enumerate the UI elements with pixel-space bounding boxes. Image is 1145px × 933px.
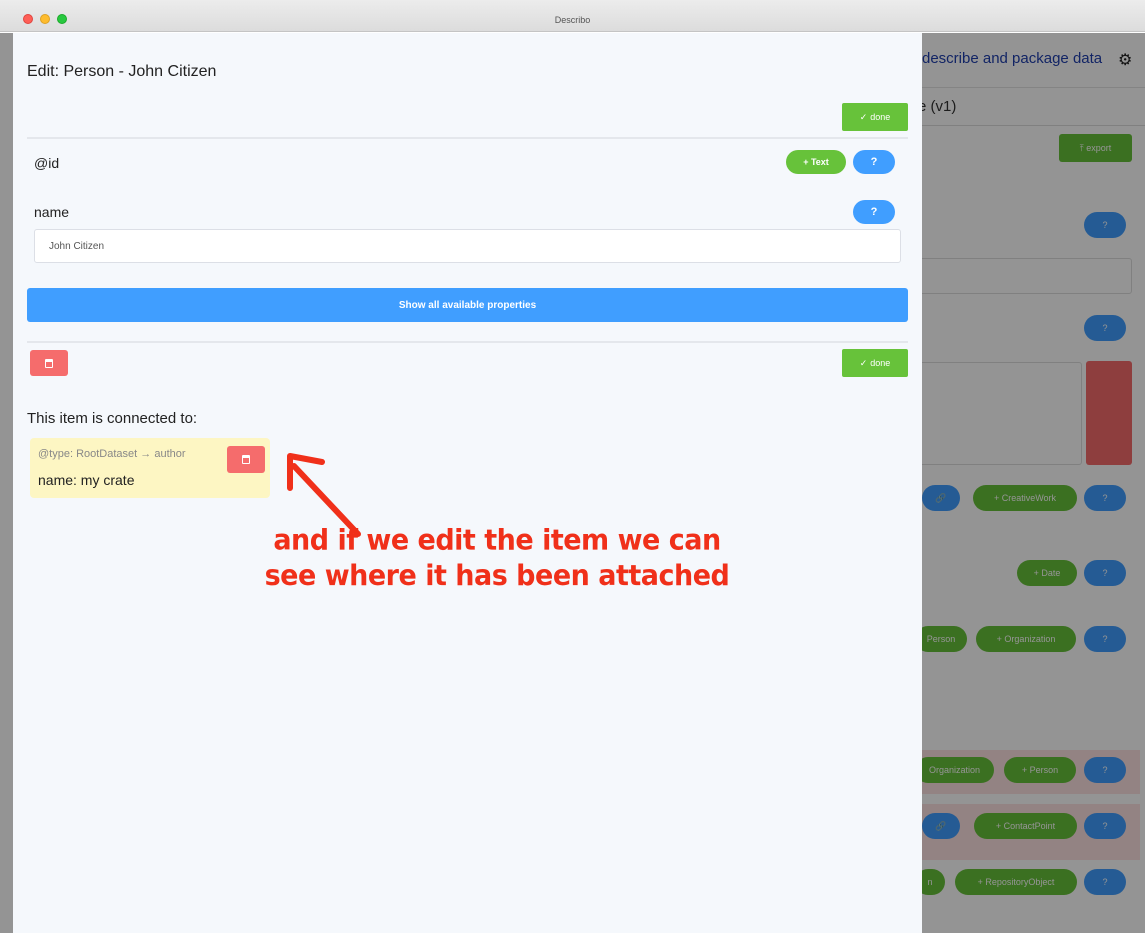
done-button[interactable]: ✓ done xyxy=(842,349,908,377)
annotation-line: and if we edit the item we can xyxy=(273,524,721,557)
connected-label: This item is connected to: xyxy=(27,410,198,427)
window-titlebar: Describo xyxy=(0,0,1145,32)
divider xyxy=(27,137,908,139)
connection-card: @type: RootDataset → author name: my cra… xyxy=(30,438,270,498)
help-button[interactable]: ? xyxy=(853,150,895,174)
name-input[interactable] xyxy=(34,229,901,263)
property-label-name: name xyxy=(34,204,70,220)
check-icon: ✓ xyxy=(859,357,868,368)
divider xyxy=(27,341,908,343)
window-title: Describo xyxy=(554,15,591,25)
connection-name: name: my crate xyxy=(38,472,135,488)
connection-meta: @type: RootDataset → author xyxy=(38,448,186,460)
delete-entity-button[interactable] xyxy=(30,350,68,376)
done-button[interactable]: ✓ done xyxy=(842,103,908,131)
connection-type: @type: RootDataset xyxy=(38,448,138,460)
annotation-line: see where it has been attached xyxy=(264,560,730,593)
connection-relation: → author xyxy=(140,448,186,460)
trash-icon xyxy=(45,358,53,368)
check-icon: ✓ xyxy=(859,111,868,122)
property-label-id: @id xyxy=(34,155,60,171)
show-all-properties-button[interactable]: Show all available properties xyxy=(27,288,908,322)
drawer-title: Edit: Person - John Citizen xyxy=(27,63,217,80)
unlink-button[interactable] xyxy=(227,446,265,473)
trash-icon xyxy=(242,455,250,464)
annotation-text: and if we edit the item we can see where… xyxy=(262,523,732,594)
help-button[interactable]: ? xyxy=(853,200,895,224)
add-text-button[interactable]: + Text xyxy=(786,150,846,174)
edit-drawer: Edit: Person - John Citizen ✓ done @id + … xyxy=(13,33,922,933)
